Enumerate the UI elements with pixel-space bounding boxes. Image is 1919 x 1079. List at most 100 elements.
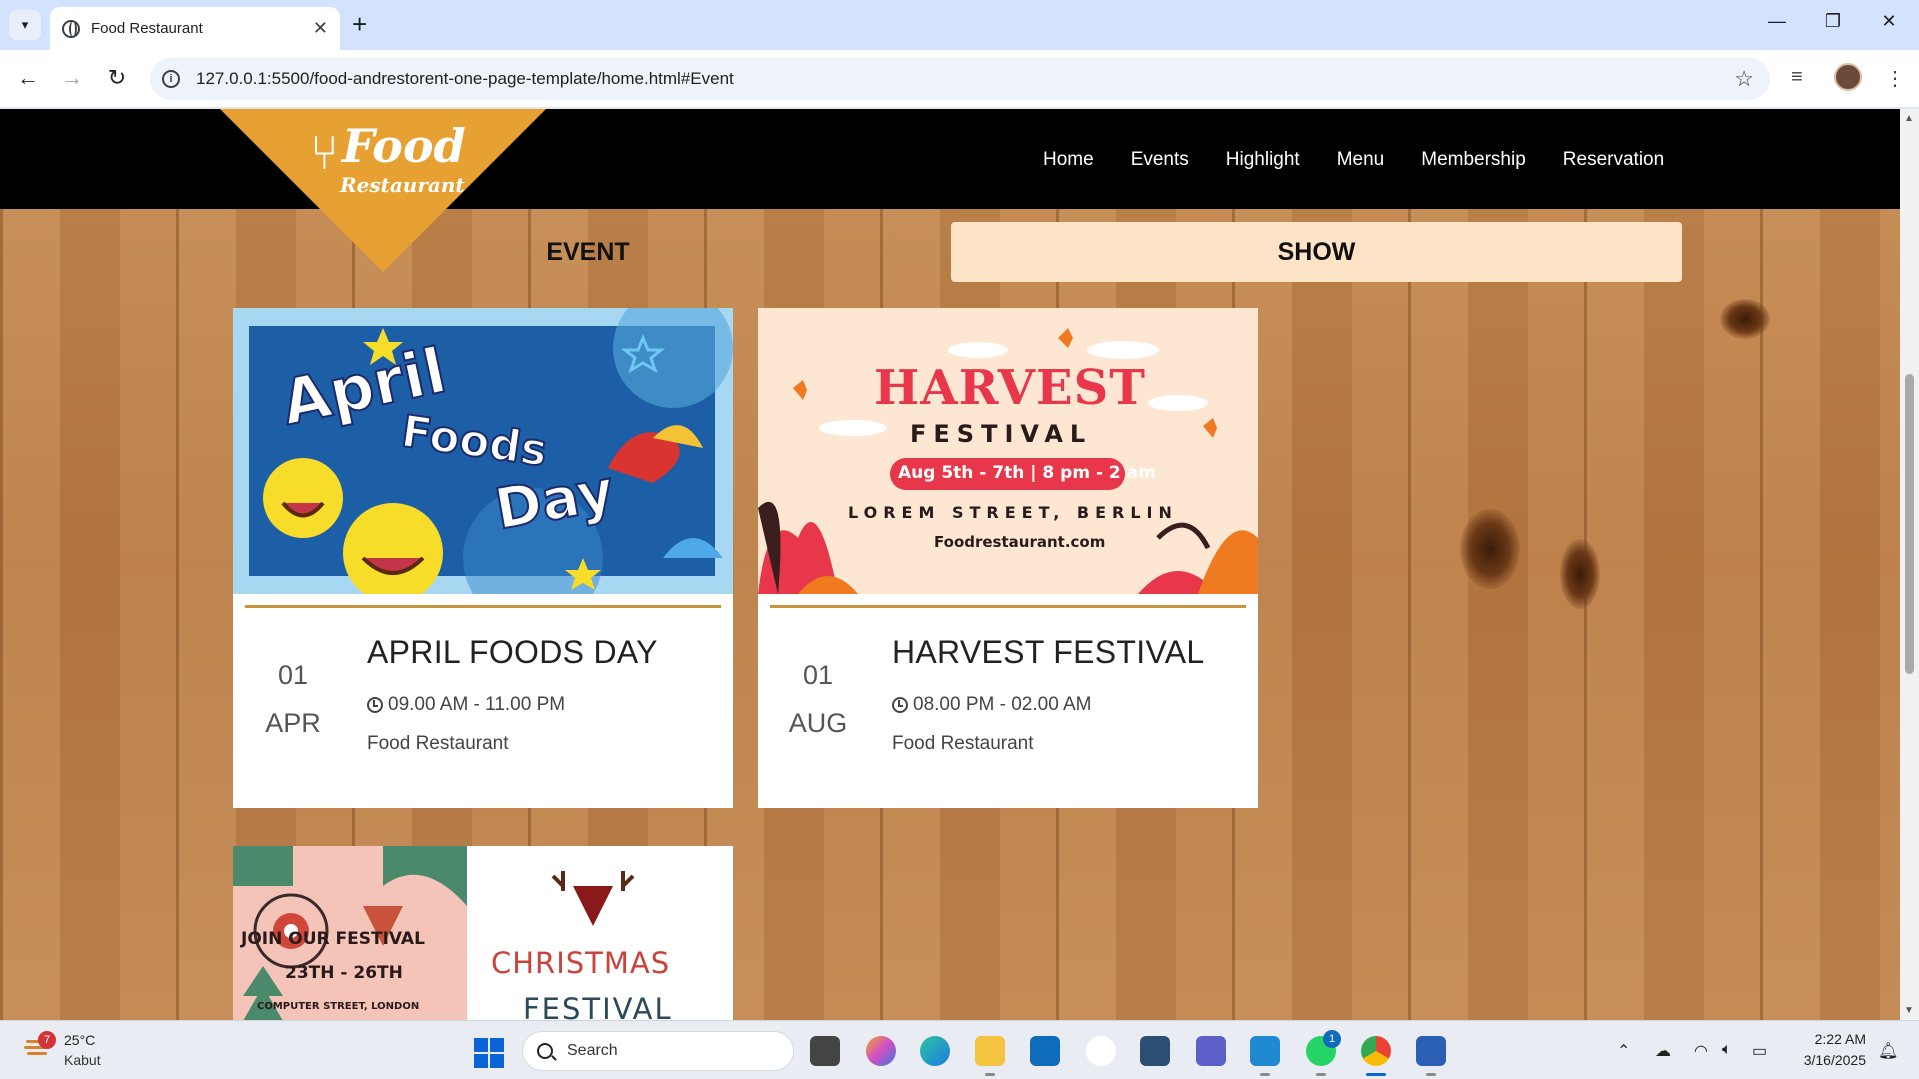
chevron-down-icon: ▾ (21, 17, 29, 32)
running-indicator (1260, 1073, 1270, 1076)
search-icon (537, 1043, 553, 1059)
reload-button[interactable]: ↻ (102, 64, 132, 92)
weather-desc[interactable]: Kabut (64, 1052, 101, 1068)
browser-tab-strip: ▾ Food Restaurant ✕ + — ❐ ✕ (0, 0, 1919, 50)
event-day: 01 (802, 660, 834, 690)
clock-icon (367, 697, 383, 713)
nav-highlight[interactable]: Highlight (1226, 149, 1300, 171)
taskbar-time[interactable]: 2:22 AM (1800, 1031, 1866, 1047)
scroll-up-arrow[interactable]: ▲ (1904, 113, 1914, 124)
poster-text-christmas: CHRISTMAS (491, 946, 671, 980)
bookmark-star-icon[interactable]: ☆ (1734, 66, 1754, 92)
copilot-icon[interactable] (866, 1036, 896, 1066)
nav-home[interactable]: Home (1043, 149, 1094, 171)
outlook-icon[interactable] (1030, 1036, 1060, 1066)
wifi-icon[interactable]: ◠ (1694, 1041, 1708, 1061)
file-explorer-icon[interactable] (975, 1036, 1005, 1066)
browser-menu-icon[interactable]: ⋮ (1885, 66, 1905, 91)
windows-start-icon[interactable] (474, 1038, 504, 1068)
main-menu: Home Events Highlight Menu Membership Re… (1043, 149, 1701, 171)
taskbar-search[interactable]: Search (522, 1031, 794, 1071)
task-view-icon[interactable] (810, 1036, 840, 1066)
event-card-harvest[interactable]: HARVEST FESTIVAL Aug 5th - 7th | 8 pm - … (758, 308, 1258, 808)
scroll-down-arrow[interactable]: ▼ (1904, 1005, 1914, 1016)
minimize-button[interactable]: — (1762, 11, 1792, 32)
forward-button[interactable]: → (57, 64, 87, 92)
new-tab-button[interactable]: + (352, 11, 367, 37)
poster-text-site: Foodrestaurant.com (934, 533, 1106, 551)
card-divider (770, 605, 1246, 608)
active-indicator (1366, 1073, 1386, 1076)
event-time-text: 09.00 AM - 11.00 PM (388, 694, 566, 715)
event-venue: Food Restaurant (367, 733, 509, 754)
running-indicator (1426, 1073, 1436, 1076)
chrome-icon[interactable] (1361, 1036, 1391, 1066)
card-divider (245, 605, 721, 608)
site-info-icon[interactable]: i (162, 70, 180, 88)
event-title[interactable]: APRIL FOODS DAY (367, 634, 658, 671)
close-window-button[interactable]: ✕ (1874, 11, 1904, 32)
notification-bell-icon[interactable]: 🔔︎ (1878, 1041, 1898, 1061)
fork-icon: ⑂ (310, 125, 339, 181)
event-poster-april: April Foods Day (233, 308, 733, 594)
running-indicator (985, 1073, 995, 1076)
poster-text-location: COMPUTER STREET, LONDON (257, 1001, 420, 1012)
back-button[interactable]: ← (13, 64, 43, 92)
globe-icon (62, 19, 80, 38)
nav-membership[interactable]: Membership (1421, 149, 1526, 171)
tab-search-button[interactable]: ▾ (9, 10, 41, 40)
weather-temp[interactable]: 25°C (64, 1032, 95, 1048)
event-time: 09.00 AM - 11.00 PM (367, 694, 565, 716)
media-control-icon[interactable]: ≡ (1791, 66, 1803, 89)
poster-text-dates: 23TH - 26TH (285, 963, 403, 983)
event-card-christmas[interactable]: JOIN OUR FESTIVAL 23TH - 26TH COMPUTER S… (233, 846, 733, 1020)
poster-text-join: JOIN OUR FESTIVAL (241, 929, 425, 949)
page-viewport: ⑂ Food Restaurant Home Events Highlight … (0, 109, 1919, 1020)
event-title[interactable]: HARVEST FESTIVAL (892, 634, 1204, 671)
browser-toolbar: ← → ↻ i 127.0.0.1:5500/food-andrestorent… (0, 50, 1919, 108)
event-poster-harvest: HARVEST FESTIVAL Aug 5th - 7th | 8 pm - … (758, 308, 1258, 594)
profile-avatar[interactable] (1834, 63, 1862, 91)
event-day: 01 (277, 660, 309, 690)
page-scrollbar[interactable]: ▲ ▼ (1900, 109, 1919, 1020)
mongodb-icon[interactable] (1086, 1036, 1116, 1066)
tab-title: Food Restaurant (91, 20, 203, 37)
wood-knot (1460, 509, 1520, 589)
teams-icon[interactable] (1196, 1036, 1226, 1066)
poster-text-harvest: HARVEST (874, 360, 1146, 416)
event-month: AUG (788, 708, 848, 738)
address-bar[interactable]: i 127.0.0.1:5500/food-andrestorent-one-p… (150, 58, 1770, 100)
taskbar-date[interactable]: 3/16/2025 (1784, 1052, 1866, 1068)
volume-icon[interactable]: 🔈︎ (1722, 1041, 1732, 1059)
nav-menu[interactable]: Menu (1337, 149, 1385, 171)
tab-show[interactable]: SHOW (951, 222, 1682, 282)
running-indicator (1316, 1073, 1326, 1076)
poster-text-festival: FESTIVAL (523, 992, 673, 1020)
tab-event[interactable]: EVENT (233, 222, 943, 282)
whatsapp-badge: 1 (1323, 1030, 1341, 1048)
url-text[interactable]: 127.0.0.1:5500/food-andrestorent-one-pag… (196, 69, 1734, 89)
mysql-workbench-icon[interactable] (1140, 1036, 1170, 1066)
event-time: 08.00 PM - 02.00 AM (892, 694, 1092, 716)
close-tab-icon[interactable]: ✕ (313, 18, 328, 39)
battery-icon[interactable]: ▭ (1752, 1041, 1767, 1061)
logo-sub-text: Restaurant (340, 173, 465, 197)
scrollbar-thumb[interactable] (1905, 374, 1914, 674)
event-month: APR (265, 708, 321, 738)
edge-icon[interactable] (920, 1036, 950, 1066)
chevron-up-icon[interactable]: ⌃ (1617, 1041, 1630, 1061)
logo-main-text: Food (342, 119, 466, 173)
site-navbar: ⑂ Food Restaurant Home Events Highlight … (0, 109, 1900, 272)
weather-alert-badge: 7 (38, 1031, 56, 1049)
site-logo[interactable]: ⑂ Food Restaurant (300, 119, 480, 209)
event-card-april[interactable]: April Foods Day 01 APR APRIL FOODS DAY 0… (233, 308, 733, 808)
event-venue: Food Restaurant (892, 733, 1034, 754)
browser-tab[interactable]: Food Restaurant ✕ (50, 7, 340, 50)
restore-button[interactable]: ❐ (1818, 11, 1848, 32)
vscode-icon[interactable] (1250, 1036, 1280, 1066)
nav-events[interactable]: Events (1131, 149, 1189, 171)
nav-reservation[interactable]: Reservation (1563, 149, 1664, 171)
onedrive-icon[interactable]: ☁ (1655, 1041, 1671, 1061)
event-time-text: 08.00 PM - 02.00 AM (913, 694, 1092, 715)
word-icon[interactable] (1416, 1036, 1446, 1066)
